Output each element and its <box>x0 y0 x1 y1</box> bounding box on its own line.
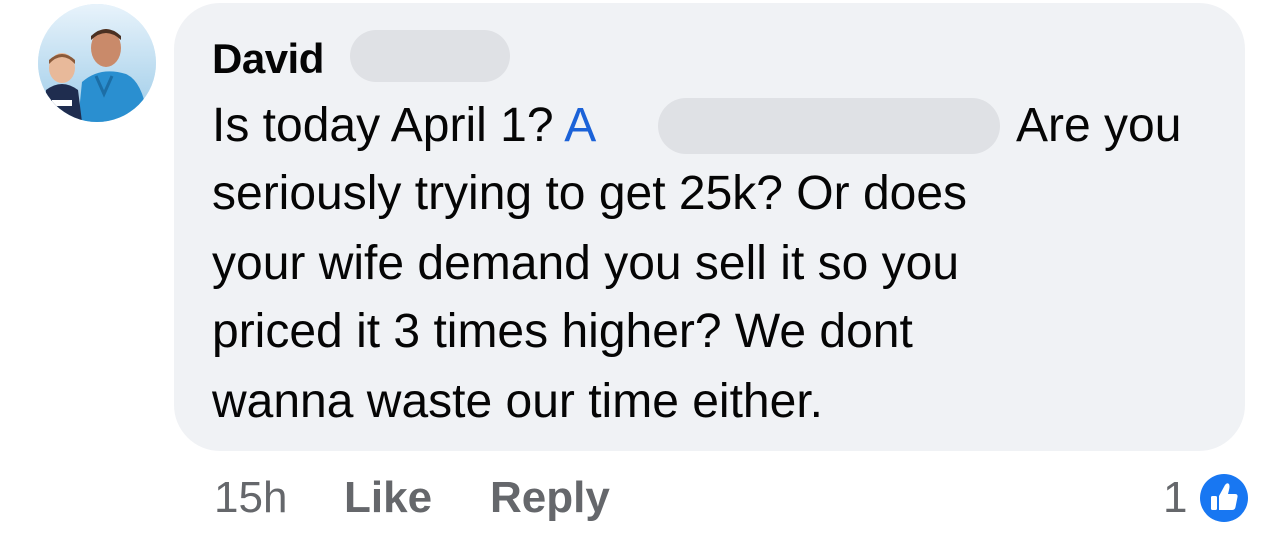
avatar[interactable] <box>38 4 156 122</box>
mention-link[interactable]: A <box>564 99 596 152</box>
redacted-mention <box>658 98 1000 154</box>
comment-text-line-3: your wife demand you sell it so you <box>212 237 960 290</box>
reply-button[interactable]: Reply <box>490 472 610 524</box>
comment-text-line-1-tail: Are you <box>1016 99 1182 152</box>
thumbs-up-icon[interactable] <box>1198 472 1250 524</box>
comment-text-line-2: seriously trying to get 25k? Or does <box>212 167 968 220</box>
redacted-author-surname <box>350 30 510 82</box>
comment-text-start: Is today April 1? <box>212 99 565 152</box>
reaction-count[interactable]: 1 <box>1163 472 1187 524</box>
timestamp[interactable]: 15h <box>214 472 287 524</box>
like-button[interactable]: Like <box>344 472 432 524</box>
comment-text-line-4: priced it 3 times higher? We dont <box>212 305 913 358</box>
comment-text-line-1: Is today April 1? A <box>212 98 596 154</box>
author-name[interactable]: David <box>212 34 324 84</box>
comment-text-line-5: wanna waste our time either. <box>212 375 823 428</box>
comment-row: David Is today April 1? A Are you seriou… <box>0 0 1284 557</box>
